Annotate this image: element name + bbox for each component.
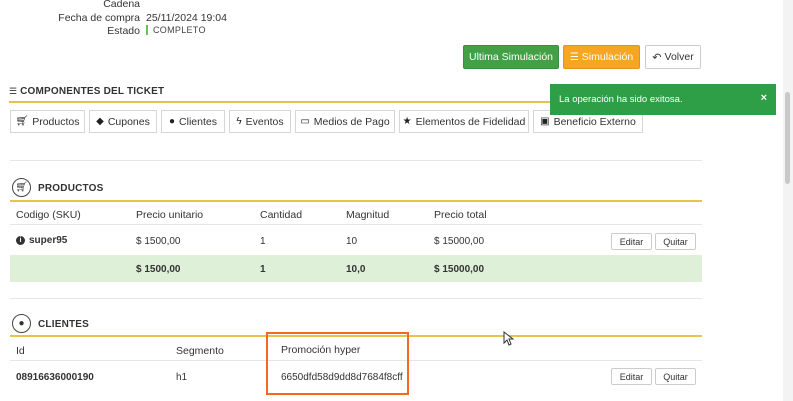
bolt-icon: ϟ: [236, 116, 242, 127]
sliders-icon: ☰: [569, 51, 579, 63]
simulacion-label: Simulación: [581, 51, 634, 63]
scrollbar-thumb[interactable]: [785, 92, 790, 184]
volver-label: Volver: [664, 51, 694, 63]
cart-icon: 🛒︎: [15, 116, 29, 127]
ultima-simulacion-label: Ultima Simulación: [468, 51, 554, 63]
magnitud-cell: 10: [346, 236, 358, 247]
tab-label: Eventos: [245, 115, 284, 128]
user-icon: ●: [169, 116, 176, 127]
editar-cliente-button[interactable]: Editar: [611, 368, 652, 385]
componentes-title: COMPONENTES DEL TICKET: [20, 86, 165, 97]
undo-icon: ↶: [652, 51, 662, 64]
estado-label: Estado: [107, 25, 140, 37]
divider: [10, 298, 702, 299]
user-circle-icon: ●: [12, 314, 31, 333]
cart-circle-icon: 🛒︎: [12, 178, 31, 197]
componentes-header: ☰ COMPONENTES DEL TICKET: [9, 86, 164, 97]
volver-button[interactable]: ↶ Volver: [645, 45, 701, 69]
simulacion-button[interactable]: ☰ Simulación: [563, 45, 640, 69]
col-precio-total: Precio total: [434, 209, 487, 221]
ultima-simulacion-button[interactable]: Ultima Simulación: [463, 45, 559, 69]
scrollbar-track[interactable]: [783, 0, 793, 401]
mouse-cursor-icon: [503, 331, 514, 346]
precio-total-cell: $ 15000,00: [434, 236, 485, 247]
col-segmento: Segmento: [176, 345, 224, 357]
tag-icon: ◆: [96, 116, 104, 127]
clientes-title: CLIENTES: [38, 319, 90, 330]
money-icon: ▣: [540, 116, 550, 127]
credit-card-icon: ▭: [300, 116, 310, 127]
star-icon: ★: [402, 116, 412, 127]
quitar-producto-button[interactable]: Quitar: [655, 233, 696, 250]
col-precio-unitario: Precio unitario: [136, 209, 204, 221]
col-id: Id: [16, 345, 25, 357]
col-cantidad: Cantidad: [260, 209, 303, 221]
fecha-compra-value: 25/11/2024 19:04: [146, 12, 227, 24]
tab-label: Cupones: [107, 115, 150, 128]
col-magnitud: Magnitud: [346, 209, 390, 221]
promocion-highlight-box: [266, 332, 409, 395]
toast-message: La operación ha sido exitosa.: [559, 94, 683, 105]
cliente-id-cell: 08916636000190: [16, 372, 94, 383]
total-cantidad: 1: [260, 264, 266, 275]
editar-producto-button[interactable]: Editar: [611, 233, 652, 250]
tab-label: Productos: [32, 115, 80, 128]
segmento-cell: h1: [176, 372, 188, 383]
tab-medios-de-pago[interactable]: ▭ Medios de Pago: [295, 110, 395, 133]
col-sku: Codigo (SKU): [16, 209, 81, 221]
precio-unitario-cell: $ 1500,00: [136, 236, 181, 247]
close-icon[interactable]: ×: [761, 92, 767, 104]
productos-title: PRODUCTOS: [38, 183, 104, 194]
divider: [10, 160, 702, 161]
success-toast: La operación ha sido exitosa. ×: [550, 84, 776, 115]
tab-label: Beneficio Externo: [553, 115, 636, 128]
total-magnitud: 10,0: [346, 264, 366, 275]
productos-underline: [10, 200, 702, 202]
tab-elementos-fidelidad[interactable]: ★ Elementos de Fidelidad: [399, 110, 529, 133]
total-precio-unitario: $ 1500,00: [136, 264, 181, 275]
tab-label: Medios de Pago: [313, 115, 390, 128]
cantidad-cell: 1: [260, 236, 266, 247]
tab-eventos[interactable]: ϟ Eventos: [229, 110, 291, 133]
estado-value: COMPLETO: [146, 25, 206, 35]
tab-label: Elementos de Fidelidad: [415, 115, 526, 128]
sku-cell: i super95: [16, 235, 67, 246]
sku-value: super95: [29, 235, 68, 246]
tab-label: Clientes: [179, 115, 217, 128]
fecha-compra-label: Fecha de compra: [58, 12, 140, 24]
total-precio-total: $ 15000,00: [434, 264, 485, 275]
cadena-label: Cadena: [103, 0, 140, 10]
tab-productos[interactable]: 🛒︎ Productos: [10, 110, 85, 133]
tab-cupones[interactable]: ◆ Cupones: [89, 110, 157, 133]
list-icon: ☰: [9, 86, 18, 96]
tab-clientes[interactable]: ● Clientes: [161, 110, 225, 133]
info-icon[interactable]: i: [16, 236, 25, 245]
quitar-cliente-button[interactable]: Quitar: [655, 368, 696, 385]
header-divider: [10, 224, 702, 225]
